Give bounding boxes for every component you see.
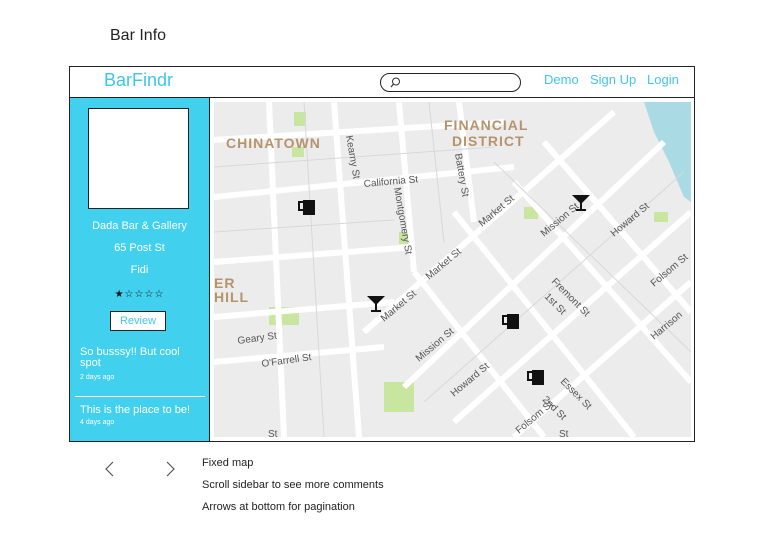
rating-stars: ★☆☆☆☆: [114, 289, 165, 300]
bar-address: 65 Post St: [114, 242, 165, 254]
bar-name: Dada Bar & Gallery: [92, 220, 187, 232]
annotation-note: Fixed map: [202, 457, 254, 469]
search-icon: [390, 77, 400, 88]
comment-divider: [75, 396, 205, 397]
bar-photo: [88, 108, 189, 209]
district-label: CHINATOWN: [226, 135, 321, 151]
search-input[interactable]: [403, 75, 511, 89]
search-box[interactable]: [380, 73, 521, 92]
comment-text: This is the place to be!: [80, 404, 191, 416]
top-navbar: BarFindr Demo Sign Up Login: [70, 67, 694, 98]
bar-sidebar[interactable]: Dada Bar & Gallery 65 Post St Fidi ★☆☆☆☆…: [70, 98, 210, 441]
street-label: St: [268, 429, 278, 437]
comment-text: So busssy!! But cool spot: [80, 346, 180, 369]
prev-page-arrow[interactable]: [104, 461, 116, 477]
map-view[interactable]: CHINATOWN FINANCIAL DISTRICT ER HILL Kea…: [214, 102, 691, 437]
brand-logo[interactable]: BarFindr: [104, 70, 173, 91]
nav-login[interactable]: Login: [647, 72, 679, 87]
district-label: DISTRICT: [452, 133, 525, 149]
street-label: St: [559, 429, 569, 437]
next-page-arrow[interactable]: [164, 461, 176, 477]
annotation-note: Arrows at bottom for pagination: [202, 501, 355, 513]
district-label: HILL: [214, 289, 249, 305]
district-label: FINANCIAL: [444, 117, 528, 133]
comment-time: 2 days ago: [80, 374, 115, 381]
annotation-note: Scroll sidebar to see more comments: [202, 479, 384, 491]
page-title: Bar Info: [110, 27, 167, 44]
app-frame: BarFindr Demo Sign Up Login Dada Bar & G…: [69, 66, 695, 442]
review-button[interactable]: Review: [110, 311, 166, 331]
nav-demo[interactable]: Demo: [544, 72, 579, 87]
bar-neighborhood: Fidi: [130, 264, 149, 276]
comment-time: 4 days ago: [80, 419, 115, 426]
nav-sign-up[interactable]: Sign Up: [590, 72, 636, 87]
